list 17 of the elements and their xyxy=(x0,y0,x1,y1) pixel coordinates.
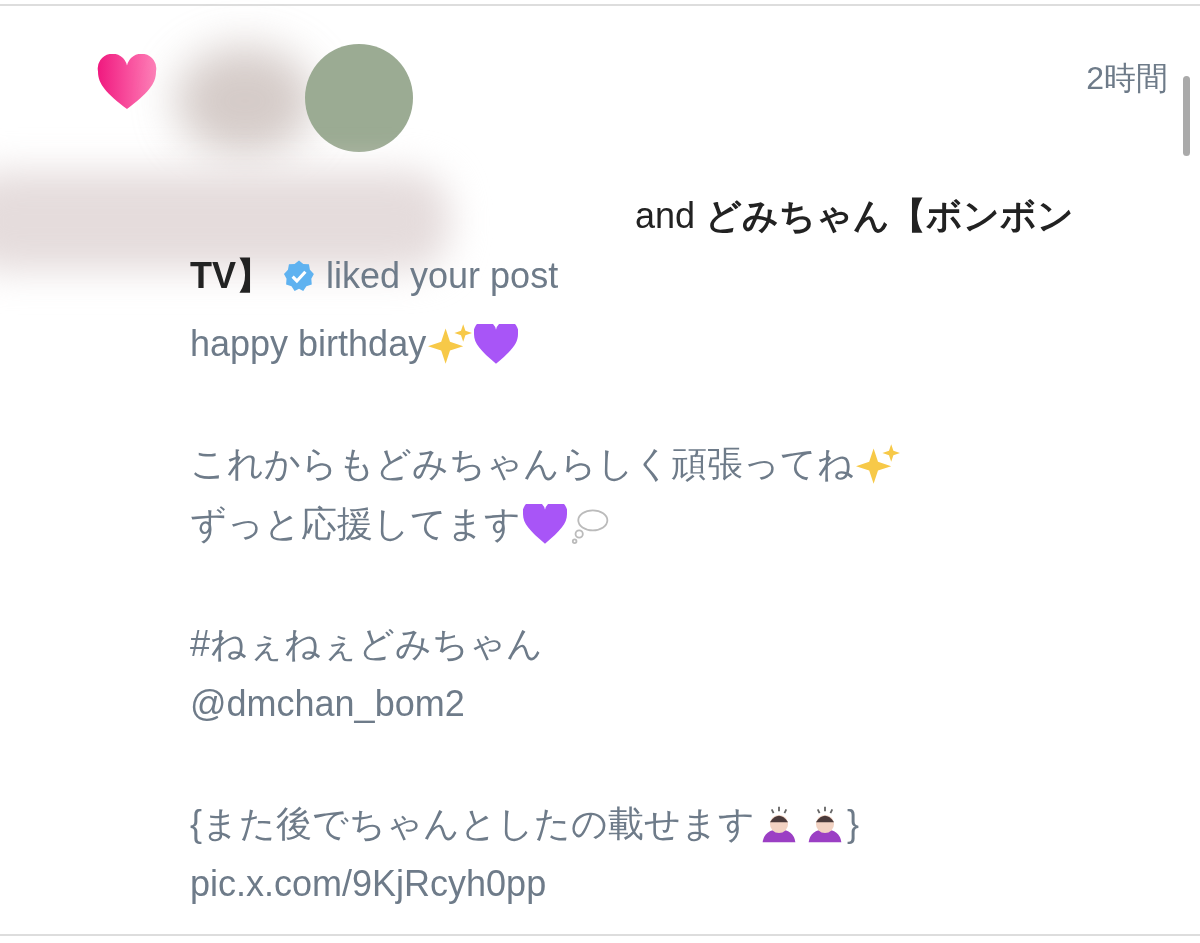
post-text: happy birthday xyxy=(190,322,427,366)
post-text: @dmchan_bom2 xyxy=(190,682,465,726)
post-text: } xyxy=(847,802,860,846)
post-text: #ねぇねぇどみちゃん xyxy=(190,622,544,666)
heart-icon xyxy=(95,54,159,112)
sparkles-icon xyxy=(856,444,900,484)
actor-names: and どみちゃん【ボンボン xyxy=(635,195,1075,236)
time-label: 2時間 xyxy=(1086,59,1168,98)
action-text: liked your post xyxy=(326,254,559,298)
heart-icon xyxy=(474,324,519,364)
post-text: pic.x.com/9KjRcyh0pp xyxy=(190,862,547,906)
heart-icon xyxy=(523,504,567,544)
sparkles-icon xyxy=(428,324,473,364)
actor-names: TV】 xyxy=(190,254,272,298)
post-text: ずっと応援してます xyxy=(190,502,521,546)
post-text: これからもどみちゃんらしく頑張ってね xyxy=(190,442,854,486)
post-text: {また後でちゃんとしたの載せます xyxy=(190,802,756,846)
